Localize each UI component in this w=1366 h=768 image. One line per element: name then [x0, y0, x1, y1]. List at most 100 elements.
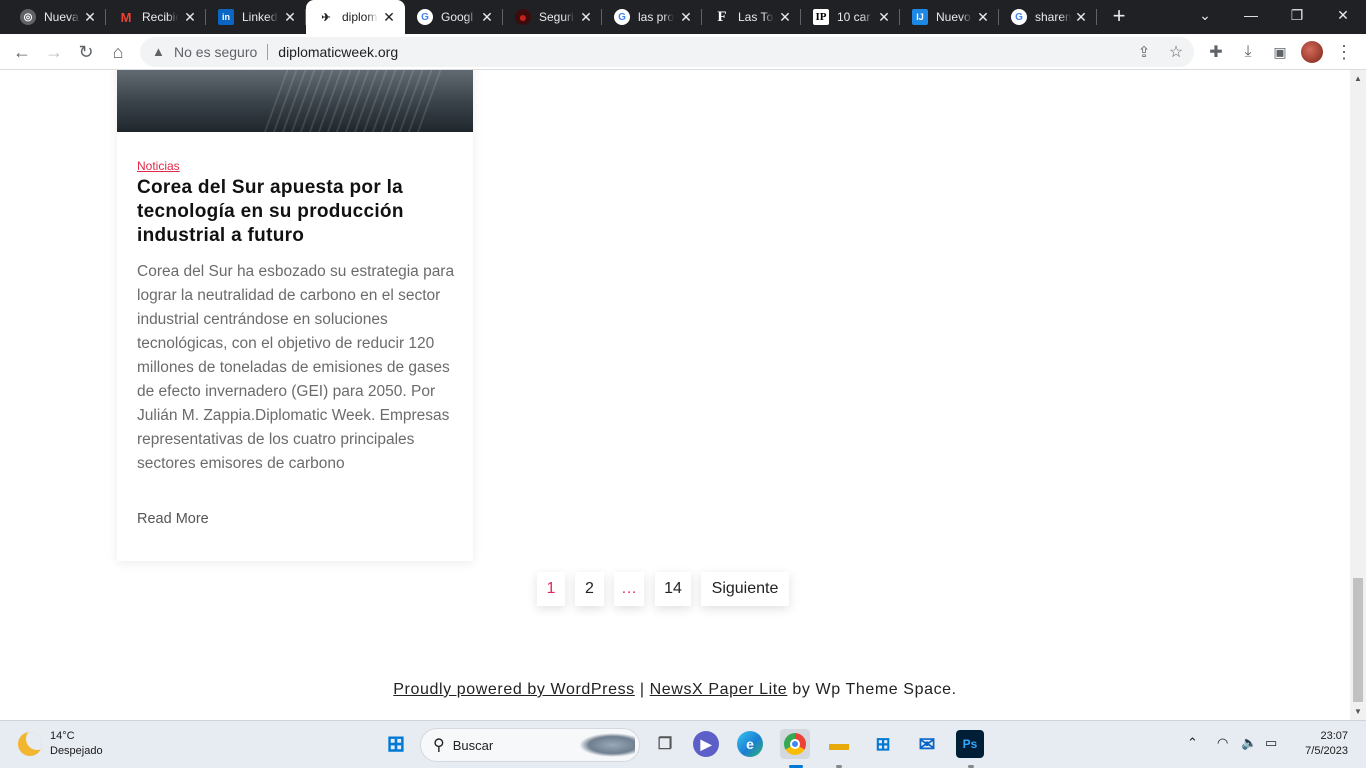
clock-time: 23:07: [1320, 730, 1348, 742]
weather-temp: 14°C: [50, 730, 75, 742]
weather-widget[interactable]: 14°C Despejado: [18, 729, 103, 759]
page-content: Noticias Corea del Sur apuesta por la te…: [0, 70, 1350, 720]
footer-credit: by Wp Theme Space.: [787, 681, 957, 698]
tray-chevron-up-icon[interactable]: ⌃: [1187, 735, 1198, 751]
page-1-button[interactable]: 1: [537, 572, 565, 606]
close-icon[interactable]: ✕: [479, 9, 495, 25]
restore-icon[interactable]: ❐: [1274, 0, 1320, 30]
close-icon[interactable]: ✕: [82, 9, 98, 25]
category-link[interactable]: Noticias: [137, 159, 180, 173]
window-close-icon[interactable]: ✕: [1320, 0, 1366, 30]
close-icon[interactable]: ✕: [876, 9, 892, 25]
footer-separator: |: [634, 681, 650, 698]
close-icon[interactable]: ✕: [975, 9, 991, 25]
tab-nuevo[interactable]: IJ Nuevo ✕: [900, 0, 999, 34]
article-image[interactable]: [117, 70, 473, 132]
close-icon[interactable]: ✕: [182, 9, 198, 25]
tab-seguridad[interactable]: ● Seguri ✕: [503, 0, 602, 34]
scroll-up-icon[interactable]: ▲: [1354, 74, 1362, 83]
scrollbar-thumb[interactable]: [1353, 578, 1363, 702]
photoshop-icon[interactable]: Ps: [956, 730, 984, 758]
scroll-down-icon[interactable]: ▼: [1354, 707, 1362, 716]
tab-sharem[interactable]: G sharem ✕: [999, 0, 1097, 34]
record-icon: ●: [515, 9, 531, 25]
minimize-icon[interactable]: —: [1228, 0, 1274, 30]
new-tab-icon[interactable]: +: [1108, 5, 1130, 28]
edge-icon[interactable]: e: [737, 731, 763, 757]
download-icon[interactable]: ⤓: [1236, 40, 1260, 64]
map-icon: ✈: [321, 11, 331, 24]
forward-icon[interactable]: →: [42, 40, 66, 64]
side-panel-icon[interactable]: ▣: [1268, 40, 1292, 64]
warning-icon[interactable]: ▲: [152, 45, 166, 59]
tab-gmail[interactable]: M Recibid ✕: [106, 0, 206, 34]
tab-linkedin[interactable]: in Linked ✕: [206, 0, 306, 34]
theme-link[interactable]: NewsX Paper Lite: [650, 681, 788, 698]
share-icon[interactable]: ⇪: [1132, 40, 1156, 64]
reload-icon[interactable]: ↻: [74, 40, 98, 64]
wordpress-link[interactable]: Proudly powered by WordPress: [393, 681, 635, 698]
ip-icon: IP: [813, 9, 829, 25]
tab-diplomaticweek[interactable]: ✈ diplom ✕: [306, 0, 405, 34]
close-icon[interactable]: ✕: [1073, 9, 1089, 25]
site-footer: Proudly powered by WordPress | NewsX Pap…: [0, 681, 1350, 699]
close-icon[interactable]: ✕: [578, 9, 594, 25]
close-icon[interactable]: ✕: [678, 9, 694, 25]
page-2-button[interactable]: 2: [575, 572, 604, 606]
omnibox[interactable]: ▲ No es seguro diplomaticweek.org ⇪ ☆: [140, 37, 1194, 67]
tab-search-chevron-icon[interactable]: ⌄: [1182, 0, 1228, 30]
security-label[interactable]: No es seguro: [174, 44, 257, 60]
url-text[interactable]: diplomaticweek.org: [278, 44, 398, 60]
linkedin-icon: in: [218, 9, 234, 25]
tab-10-car[interactable]: IP 10 car ✕: [801, 0, 900, 34]
close-icon[interactable]: ✕: [282, 9, 298, 25]
article-title[interactable]: Corea del Sur apuesta por la tecnología …: [137, 176, 457, 248]
teams-chat-icon[interactable]: ▶: [693, 731, 719, 757]
bookmark-star-icon[interactable]: ☆: [1164, 40, 1188, 64]
volume-icon[interactable]: 🔈: [1241, 735, 1257, 751]
windows-start-icon[interactable]: ⊞: [381, 729, 411, 759]
file-explorer-icon[interactable]: ▬: [824, 729, 854, 759]
google-icon: G: [417, 9, 433, 25]
task-view-icon[interactable]: ❐: [650, 729, 680, 759]
moon-icon: [18, 732, 42, 756]
tab-title: Nuevo: [936, 10, 971, 24]
taskbar-search[interactable]: ⚲ Buscar: [420, 728, 640, 762]
mail-icon[interactable]: ✉: [912, 729, 942, 759]
chrome-taskbar-icon[interactable]: [780, 729, 810, 759]
tab-forbes[interactable]: F Las To ✕: [702, 0, 801, 34]
tab-google[interactable]: G Googl ✕: [405, 0, 503, 34]
back-icon[interactable]: ←: [10, 40, 34, 64]
tab-las-pro[interactable]: G las pro ✕: [602, 0, 702, 34]
ij-icon: IJ: [912, 9, 928, 25]
close-icon[interactable]: ✕: [381, 9, 397, 25]
close-icon[interactable]: ✕: [777, 9, 793, 25]
next-page-button[interactable]: Siguiente: [701, 572, 789, 606]
menu-kebab-icon[interactable]: ⋮: [1332, 40, 1356, 64]
tab-title: Googl: [441, 10, 474, 24]
tab-title: 10 car: [837, 10, 871, 24]
store-icon[interactable]: ⊞: [868, 729, 898, 759]
tab-title: sharem: [1035, 10, 1071, 24]
tab-title: Linked: [242, 10, 278, 24]
tab-title: Nueva: [44, 10, 79, 24]
extensions-icon[interactable]: ✚: [1204, 40, 1228, 64]
home-icon[interactable]: ⌂: [106, 40, 130, 64]
vertical-scrollbar[interactable]: ▲ ▼: [1350, 70, 1366, 720]
search-icon: ⚲: [433, 737, 445, 754]
tab-nueva[interactable]: ◎ Nueva ✕: [8, 0, 106, 34]
clock-date: 7/5/2023: [1305, 745, 1348, 757]
tab-title: Las To: [738, 10, 774, 24]
system-clock[interactable]: 23:07 7/5/2023: [1296, 729, 1348, 759]
forbes-icon: F: [717, 8, 727, 25]
chrome-icon: ◎: [20, 9, 36, 25]
wifi-icon[interactable]: ◠: [1217, 735, 1228, 751]
read-more-link[interactable]: Read More: [137, 511, 209, 527]
page-ellipsis: …: [614, 572, 644, 606]
gmail-icon: M: [120, 9, 132, 25]
tab-title: Recibid: [142, 10, 178, 24]
battery-icon[interactable]: ▭: [1265, 735, 1277, 751]
page-14-button[interactable]: 14: [655, 572, 691, 606]
avatar[interactable]: [1301, 41, 1323, 63]
search-label: Buscar: [452, 737, 494, 753]
